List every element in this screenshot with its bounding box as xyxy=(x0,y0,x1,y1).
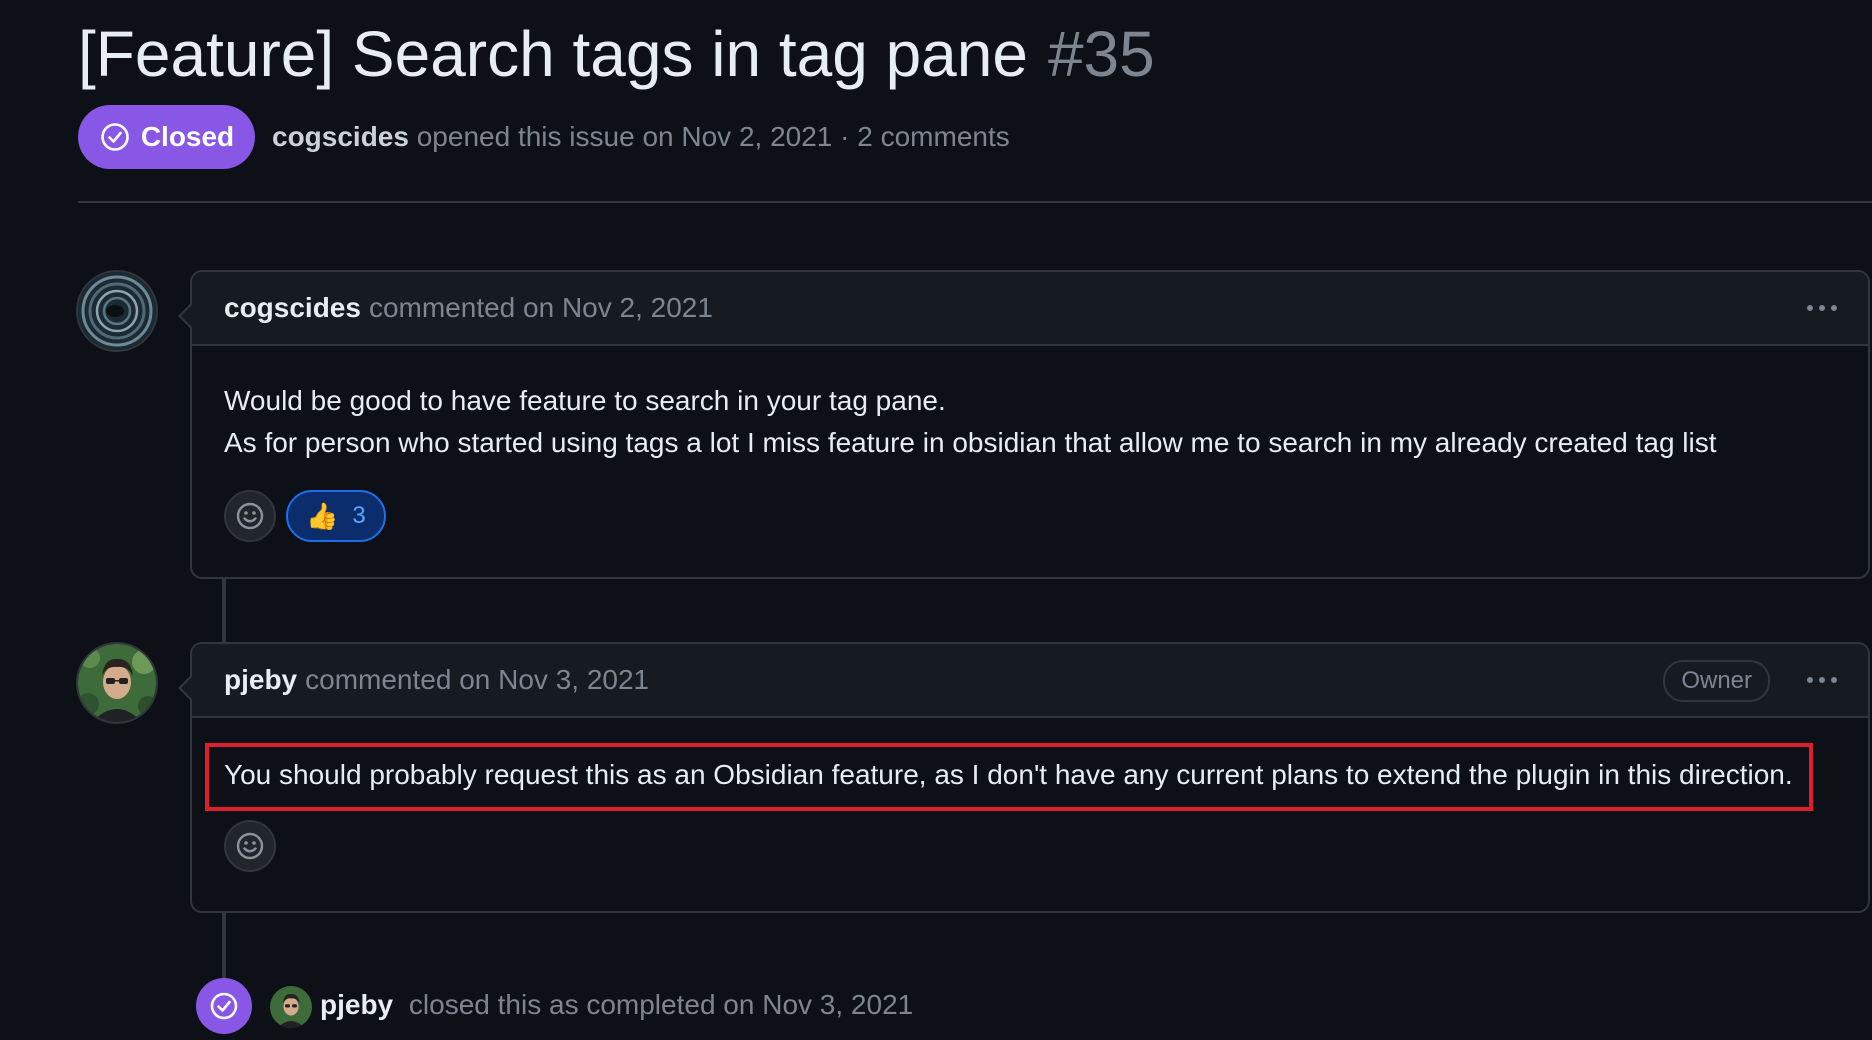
comment-timestamp[interactable]: commented on Nov 2, 2021 xyxy=(369,292,713,324)
issue-title: [Feature] Search tags in tag pane #35 xyxy=(78,14,1155,94)
kebab-dot-icon xyxy=(1819,677,1825,683)
closed-event-icon xyxy=(196,978,252,1034)
issue-meta-text: opened this issue on Nov 2, 2021 · 2 com… xyxy=(416,121,1010,152)
owner-badge: Owner xyxy=(1663,660,1770,702)
comment-paragraph: You should probably request this as an O… xyxy=(224,759,1793,790)
reaction-count: 3 xyxy=(352,502,366,529)
reactions-bar xyxy=(192,796,1868,872)
comment-body: You should probably request this as an O… xyxy=(192,718,1868,796)
spiral-avatar xyxy=(78,272,156,350)
comment-paragraph: As for person who started using tags a l… xyxy=(224,427,1717,458)
event-actor-link[interactable]: pjeby xyxy=(320,989,393,1020)
person-avatar xyxy=(270,986,312,1028)
event-description: closed this as completed on Nov 3, 2021 xyxy=(408,989,914,1020)
add-reaction-button[interactable] xyxy=(224,820,276,872)
issue-title-text: [Feature] Search tags in tag pane xyxy=(78,18,1028,90)
kebab-dot-icon xyxy=(1807,305,1813,311)
comment-author-link[interactable]: pjeby xyxy=(224,664,297,696)
reactions-bar: 👍 3 xyxy=(192,464,1868,542)
comment-header: pjeby commented on Nov 3, 2021 Owner xyxy=(192,644,1868,718)
issue-state-badge: Closed xyxy=(78,105,255,169)
kebab-dot-icon xyxy=(1831,305,1837,311)
comment-header: cogscides commented on Nov 2, 2021 xyxy=(192,272,1868,346)
comment-card: pjeby commented on Nov 3, 2021 Owner You… xyxy=(178,642,1870,913)
comment-author-link[interactable]: cogscides xyxy=(224,292,361,324)
check-circle-icon xyxy=(210,992,238,1020)
add-reaction-button[interactable] xyxy=(224,490,276,542)
issue-number: #35 xyxy=(1047,18,1155,90)
comment-timestamp[interactable]: commented on Nov 3, 2021 xyxy=(305,664,649,696)
smiley-icon xyxy=(236,502,264,530)
smiley-icon xyxy=(236,832,264,860)
comment-options-button[interactable] xyxy=(1802,666,1842,694)
kebab-dot-icon xyxy=(1831,677,1837,683)
kebab-dot-icon xyxy=(1807,677,1813,683)
issue-meta: cogscides opened this issue on Nov 2, 20… xyxy=(272,117,1010,157)
avatar[interactable] xyxy=(270,986,312,1028)
thumbs-up-icon: 👍 xyxy=(306,500,339,531)
comment-paragraph: Would be good to have feature to search … xyxy=(224,385,946,416)
comment-body: Would be good to have feature to search … xyxy=(192,346,1868,464)
header-divider xyxy=(78,201,1872,203)
timeline-connector xyxy=(222,912,226,980)
timeline-connector xyxy=(222,578,226,644)
issue-author-link[interactable]: cogscides xyxy=(272,121,409,152)
issue-state-label: Closed xyxy=(140,121,235,152)
avatar[interactable] xyxy=(76,270,158,352)
reaction-thumbs-up[interactable]: 👍 3 xyxy=(286,490,386,542)
check-circle-icon xyxy=(101,123,129,151)
kebab-dot-icon xyxy=(1819,305,1825,311)
person-avatar xyxy=(78,644,156,722)
closed-event-text: pjeby closed this as completed on Nov 3,… xyxy=(320,985,913,1025)
avatar[interactable] xyxy=(76,642,158,724)
comment-card: cogscides commented on Nov 2, 2021 Would… xyxy=(178,270,1870,579)
comment-options-button[interactable] xyxy=(1802,294,1842,322)
